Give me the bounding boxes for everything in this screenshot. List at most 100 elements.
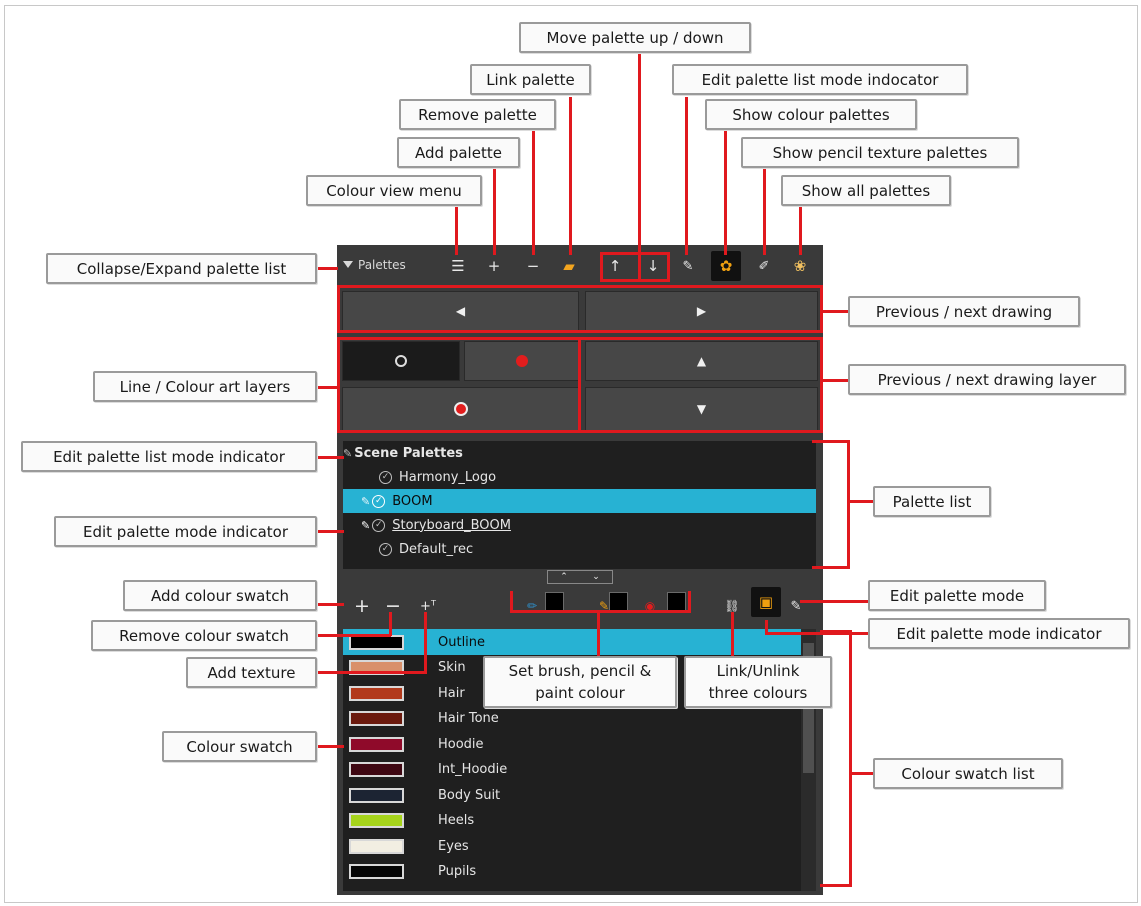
pen-icon: ✎ <box>790 598 802 614</box>
menu-icon[interactable]: ☰ <box>447 255 469 277</box>
palette-list-header[interactable]: ✎ Scene Palettes <box>343 441 816 465</box>
colour-swatch[interactable] <box>349 838 404 854</box>
callout-line: Link/Unlink <box>716 662 800 680</box>
swatch-row[interactable]: Heels <box>343 808 801 834</box>
colour-swatch[interactable] <box>349 762 404 777</box>
colour-swatch[interactable] <box>349 813 404 828</box>
paint-colour-swatch[interactable] <box>667 592 686 611</box>
callout-edit-palette-mode: Edit palette mode <box>868 580 1046 611</box>
colour-swatch[interactable] <box>349 787 404 803</box>
pen-icon: ✎ <box>361 494 371 508</box>
callout-collapse-expand: Collapse/Expand palette list <box>46 253 317 284</box>
palette-item[interactable]: ✎ ✓ Storyboard_BOOM <box>343 513 816 537</box>
line-colour-art-button[interactable] <box>342 387 579 431</box>
palette-list: ✎ Scene Palettes ✓ Harmony_Logo ✎ ✓ BOOM ✎ ✓ S… <box>343 441 816 569</box>
swatch-row[interactable]: Body Suit <box>343 782 801 808</box>
pen-icon: ✎ <box>682 258 694 274</box>
palette-item-label: Default_rec <box>399 541 474 557</box>
callout-remove-colour-swatch: Remove colour swatch <box>91 620 317 651</box>
callout-edit-palette-mode-indicator-right: Edit palette mode indicator <box>868 618 1130 649</box>
swatch-name: Outline <box>438 634 486 650</box>
callout-add-colour-swatch: Add colour swatch <box>123 580 317 611</box>
previous-layer-button[interactable]: ▲ <box>585 341 818 381</box>
callout-prev-next-layer: Previous / next drawing layer <box>848 364 1126 395</box>
palette-item[interactable]: ✓ Harmony_Logo <box>343 465 816 489</box>
add-texture-icon[interactable]: +ᵀ <box>417 595 439 617</box>
callout-set-brush-colour: Set brush, pencil & paint colour <box>483 656 677 708</box>
brush-icon[interactable]: ✏ <box>521 595 543 617</box>
palette-list-header-label: Scene Palettes <box>354 445 463 461</box>
callout-move-palette: Move palette up / down <box>519 22 751 53</box>
swatch-name: Pupils <box>438 864 477 879</box>
swatch-name: Hair <box>438 685 465 701</box>
edit-palette-mode-icon[interactable]: ▣ <box>751 587 781 617</box>
swatch-name: Eyes <box>438 838 469 854</box>
palette-item-label: BOOM <box>392 493 433 509</box>
palettes-toolbar: Palettes ☰ + − ▰ ↑ ↓ ✎ ✿ ✐ ❀ <box>337 245 823 285</box>
folder-icon[interactable]: ▰ <box>558 255 580 277</box>
paint-icon[interactable]: ◉ <box>639 595 661 617</box>
arrow-up-icon[interactable]: ↑ <box>604 255 626 277</box>
pencil-texture-icon[interactable]: ✐ <box>753 255 775 277</box>
colour-art-button[interactable] <box>464 341 579 381</box>
minus-icon[interactable]: − <box>522 255 544 277</box>
colour-swatch[interactable] <box>349 685 404 701</box>
swatch-toolbar: + − +ᵀ ✏ ✎ ◉ ⛓ ▣ ✎ <box>337 585 823 619</box>
palette-list-resize-handle[interactable]: ⌃ ⌄ <box>547 570 613 584</box>
swatch-name: Heels <box>438 813 475 828</box>
next-drawing-button[interactable]: ▶ <box>585 291 818 331</box>
palette-item[interactable]: ✓ Default_rec <box>343 537 816 561</box>
colour-swatch[interactable] <box>349 736 404 752</box>
callout-link-unlink: Link/Unlink three colours <box>684 656 832 708</box>
callout-add-palette: Add palette <box>397 137 520 168</box>
check-icon: ✓ <box>379 542 392 556</box>
callout-colour-view-menu: Colour view menu <box>306 175 482 206</box>
line-art-button[interactable] <box>342 341 460 381</box>
callout-colour-swatch-list: Colour swatch list <box>873 758 1063 789</box>
check-icon: ✓ <box>379 470 392 484</box>
callout-show-all-palettes: Show all palettes <box>781 175 951 206</box>
check-icon: ✓ <box>372 518 386 532</box>
swatch-name: Hair Tone <box>438 711 499 726</box>
pen-icon: ✎ <box>343 446 353 460</box>
callout-link-palette: Link palette <box>470 64 591 95</box>
swatch-name: Hoodie <box>438 736 484 752</box>
callout-line-colour-art: Line / Colour art layers <box>93 371 317 402</box>
previous-drawing-button[interactable]: ◀ <box>342 291 579 331</box>
callout-edit-palette-mode-indicator: Edit palette mode indicator <box>54 516 317 547</box>
palette-icon[interactable]: ✿ <box>711 251 741 281</box>
callout-palette-list: Palette list <box>873 486 991 517</box>
pen-icon: ✎ <box>361 518 371 532</box>
colour-swatch[interactable] <box>349 711 404 726</box>
brush-colour-swatch[interactable] <box>545 592 564 611</box>
palette-item-selected[interactable]: ✎ ✓ BOOM <box>343 489 816 513</box>
callout-show-pencil-texture: Show pencil texture palettes <box>741 137 1019 168</box>
swatch-row[interactable]: Eyes <box>343 833 801 859</box>
callout-line: paint colour <box>535 684 625 702</box>
swatch-name: Int_Hoodie <box>438 762 508 777</box>
next-layer-button[interactable]: ▼ <box>585 387 818 431</box>
palette-item-label: Harmony_Logo <box>399 469 497 485</box>
all-palettes-icon[interactable]: ❀ <box>789 255 811 277</box>
callout-line: Set brush, pencil & <box>508 662 652 680</box>
arrow-down-icon[interactable]: ↓ <box>642 255 664 277</box>
minus-icon[interactable]: − <box>382 595 404 617</box>
pencil-colour-swatch[interactable] <box>609 592 628 611</box>
panel-title[interactable]: Palettes <box>343 258 406 272</box>
callout-line: three colours <box>708 684 808 702</box>
plus-icon[interactable]: + <box>351 595 373 617</box>
swatch-name: Body Suit <box>438 787 501 803</box>
diagram-stage: Palettes ☰ + − ▰ ↑ ↓ ✎ ✿ ✐ ❀ ◀ ▶ ▲ ▼ ✎ Sc… <box>0 0 1141 906</box>
swatch-name: Skin <box>438 660 466 675</box>
swatch-row[interactable]: Int_Hoodie <box>343 757 801 783</box>
plus-icon[interactable]: + <box>483 255 505 277</box>
swatch-row[interactable]: Hoodie <box>343 731 801 757</box>
callout-colour-swatch: Colour swatch <box>162 731 317 762</box>
callout-add-texture: Add texture <box>186 657 317 688</box>
callout-show-colour-palettes: Show colour palettes <box>705 99 917 130</box>
callout-edit-list-mode-indocator: Edit palette list mode indocator <box>672 64 968 95</box>
colour-swatch[interactable] <box>349 864 404 879</box>
callout-remove-palette: Remove palette <box>399 99 556 130</box>
swatch-row[interactable]: Pupils <box>343 859 801 885</box>
swatch-row[interactable]: Hair Tone <box>343 706 801 732</box>
